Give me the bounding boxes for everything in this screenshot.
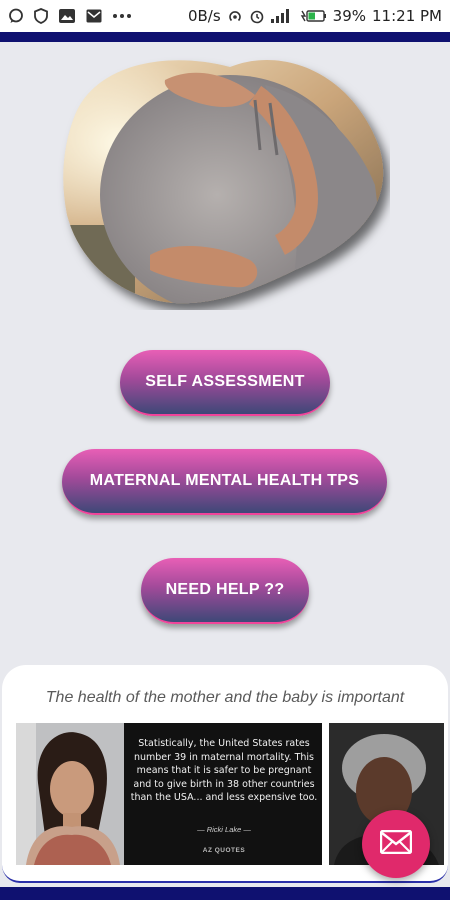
quote-text: Statistically, the United States rates n…: [130, 738, 318, 803]
signal-icon: [270, 9, 293, 23]
quote-author: — Ricki Lake —: [197, 825, 251, 834]
battery-percent: 39%: [332, 7, 367, 25]
shield-icon: [34, 8, 48, 24]
author-photo: [16, 723, 124, 865]
self-assessment-button[interactable]: SELF ASSESSMENT: [120, 350, 330, 416]
status-bar: 0B/s 39% 11:21 PM: [0, 0, 450, 32]
alarm-icon: [249, 8, 265, 24]
quote-brand-logo: AZ QUOTES: [202, 847, 246, 854]
email-fab-button[interactable]: [362, 810, 430, 878]
gallery-icon: [58, 8, 76, 24]
chat-bubble-icon: [8, 8, 24, 24]
top-accent-band: [0, 32, 450, 42]
battery-icon: [299, 9, 327, 23]
carousel-slide-quote[interactable]: Statistically, the United States rates n…: [16, 723, 322, 865]
network-speed: 0B/s: [187, 7, 221, 25]
bottom-accent-band: [0, 887, 450, 900]
hotspot-icon: [227, 8, 243, 24]
need-help-button[interactable]: NEED HELP ??: [141, 558, 309, 624]
mail-icon: [379, 829, 413, 859]
maternal-mental-health-tips-button[interactable]: MATERNAL MENTAL HEALTH TPS: [62, 449, 387, 515]
card-tagline: The health of the mother and the baby is…: [45, 689, 405, 706]
email-icon: [86, 9, 102, 23]
hero-pregnancy-image: [55, 55, 390, 310]
clock: 11:21 PM: [372, 7, 442, 25]
more-dots-icon: [112, 13, 132, 19]
